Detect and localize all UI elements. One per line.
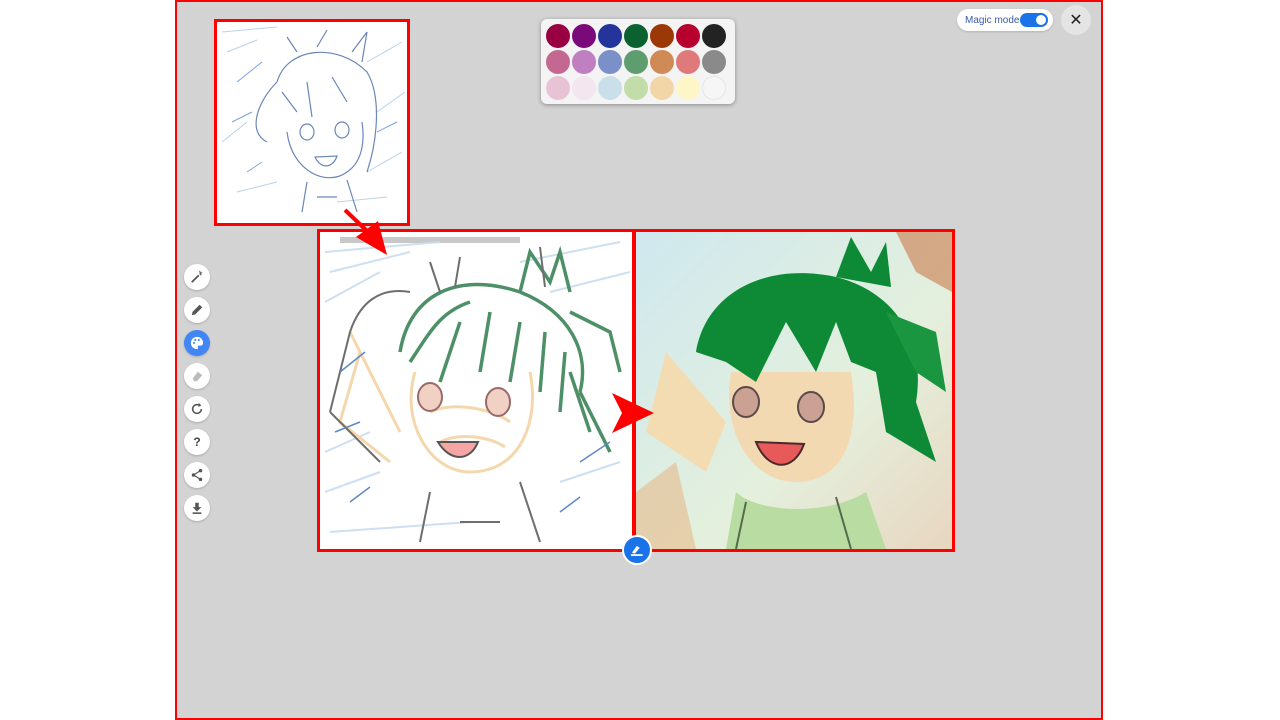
sketch-canvas[interactable] — [317, 229, 635, 552]
color-swatch[interactable] — [676, 76, 700, 100]
eraser-icon — [192, 371, 203, 382]
color-swatch[interactable] — [624, 50, 648, 74]
color-swatch[interactable] — [546, 50, 570, 74]
download-icon — [192, 502, 202, 514]
annotation-arrow-down — [343, 208, 387, 255]
color-swatch[interactable] — [676, 24, 700, 48]
color-swatch[interactable] — [572, 50, 596, 74]
app-canvas-area: Magic mode ✕ ? — [175, 0, 1103, 720]
sketch-drawing — [320, 232, 632, 549]
color-swatch[interactable] — [624, 76, 648, 100]
refresh-button[interactable] — [184, 396, 210, 422]
magic-mode-toggle[interactable]: Magic mode — [957, 9, 1053, 31]
download-button[interactable] — [184, 495, 210, 521]
color-swatch[interactable] — [702, 24, 726, 48]
color-swatch[interactable] — [650, 24, 674, 48]
help-icon: ? — [193, 435, 201, 449]
left-toolbar: ? — [184, 264, 212, 528]
magic-wand-icon — [191, 270, 203, 283]
color-palette — [541, 19, 735, 104]
palette-button[interactable] — [184, 330, 210, 356]
toggle-switch[interactable] — [1020, 13, 1048, 27]
color-swatch[interactable] — [572, 24, 596, 48]
thumbnail-drawing — [217, 22, 407, 223]
result-image — [636, 232, 952, 549]
toggle-knob — [1036, 15, 1046, 25]
color-swatch[interactable] — [546, 76, 570, 100]
color-swatch[interactable] — [650, 50, 674, 74]
share-button[interactable] — [184, 462, 210, 488]
sketch-thumbnail[interactable] — [214, 19, 410, 226]
color-swatch[interactable] — [546, 24, 570, 48]
share-icon — [191, 468, 203, 482]
generate-badge[interactable] — [622, 535, 652, 565]
pencil-button[interactable] — [184, 297, 210, 323]
eraser-button[interactable] — [184, 363, 210, 389]
magic-wand-button[interactable] — [184, 264, 210, 290]
pencil-icon — [191, 304, 203, 316]
color-swatch[interactable] — [702, 76, 726, 100]
magic-mode-label: Magic mode — [965, 14, 1020, 26]
palette-icon — [190, 336, 204, 350]
result-canvas — [633, 229, 955, 552]
help-button[interactable]: ? — [184, 429, 210, 455]
color-swatch[interactable] — [598, 24, 622, 48]
color-swatch[interactable] — [650, 76, 674, 100]
annotation-arrow-right — [612, 393, 654, 433]
brush-icon — [631, 546, 643, 557]
color-swatch[interactable] — [598, 76, 622, 100]
color-swatch[interactable] — [572, 76, 596, 100]
color-swatch[interactable] — [676, 50, 700, 74]
color-swatch[interactable] — [624, 24, 648, 48]
color-swatch[interactable] — [598, 50, 622, 74]
color-swatch[interactable] — [702, 50, 726, 74]
refresh-icon — [191, 402, 203, 415]
close-button[interactable]: ✕ — [1061, 5, 1091, 35]
